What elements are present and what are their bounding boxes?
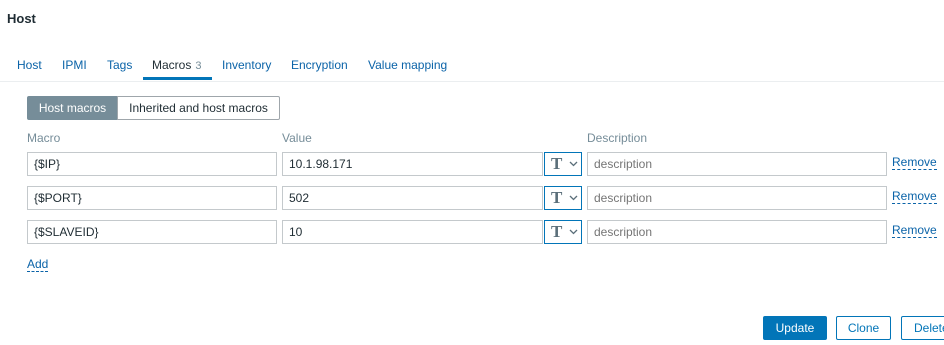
value-type-dropdown[interactable]: T <box>544 186 582 210</box>
active-tab-indicator <box>143 77 212 80</box>
chevron-down-icon <box>569 229 578 235</box>
tab-macros-count: 3 <box>195 60 202 72</box>
tab-macros-label: Macros <box>152 58 192 72</box>
chevron-down-icon <box>569 161 578 167</box>
tab-bar: Host IPMI Tags Macros 3 Inventory Encrypt… <box>0 56 944 82</box>
text-type-icon: T <box>551 188 563 207</box>
macro-row: T Remove <box>0 220 944 246</box>
macro-row: T Remove <box>0 152 944 178</box>
remove-macro-link[interactable]: Remove <box>892 224 937 238</box>
column-header-value: Value <box>282 131 312 145</box>
macro-description-input[interactable] <box>587 152 887 176</box>
tab-ipmi[interactable]: IPMI <box>62 58 87 72</box>
column-header-macro: Macro <box>27 131 61 145</box>
column-header-description: Description <box>587 131 648 145</box>
remove-macro-link[interactable]: Remove <box>892 156 937 170</box>
macro-name-input[interactable] <box>27 152 277 176</box>
add-macro-link[interactable]: Add <box>27 258 49 272</box>
macro-name-input[interactable] <box>27 186 277 210</box>
macro-row: T Remove <box>0 186 944 212</box>
update-button[interactable]: Update <box>763 316 827 340</box>
value-type-dropdown[interactable]: T <box>544 220 582 244</box>
tab-host[interactable]: Host <box>17 58 42 72</box>
macro-name-input[interactable] <box>27 220 277 244</box>
macro-description-input[interactable] <box>587 186 887 210</box>
macro-description-input[interactable] <box>587 220 887 244</box>
chevron-down-icon <box>569 195 578 201</box>
macro-value-input[interactable] <box>282 152 543 176</box>
clone-button[interactable]: Clone <box>836 316 891 340</box>
tab-value-mapping[interactable]: Value mapping <box>368 58 447 72</box>
tab-tags[interactable]: Tags <box>107 58 132 72</box>
macro-value-input[interactable] <box>282 220 543 244</box>
inherited-macros-toggle[interactable]: Inherited and host macros <box>117 96 280 120</box>
tab-encryption[interactable]: Encryption <box>291 58 348 72</box>
tab-macros[interactable]: Macros 3 <box>152 58 201 72</box>
text-type-icon: T <box>551 222 563 241</box>
macro-value-input[interactable] <box>282 186 543 210</box>
value-type-dropdown[interactable]: T <box>544 152 582 176</box>
remove-macro-link[interactable]: Remove <box>892 190 937 204</box>
page-title: Host <box>7 11 36 26</box>
tab-inventory[interactable]: Inventory <box>222 58 271 72</box>
delete-button[interactable]: Delete <box>901 316 944 340</box>
text-type-icon: T <box>551 154 563 173</box>
host-macros-toggle[interactable]: Host macros <box>27 96 118 120</box>
